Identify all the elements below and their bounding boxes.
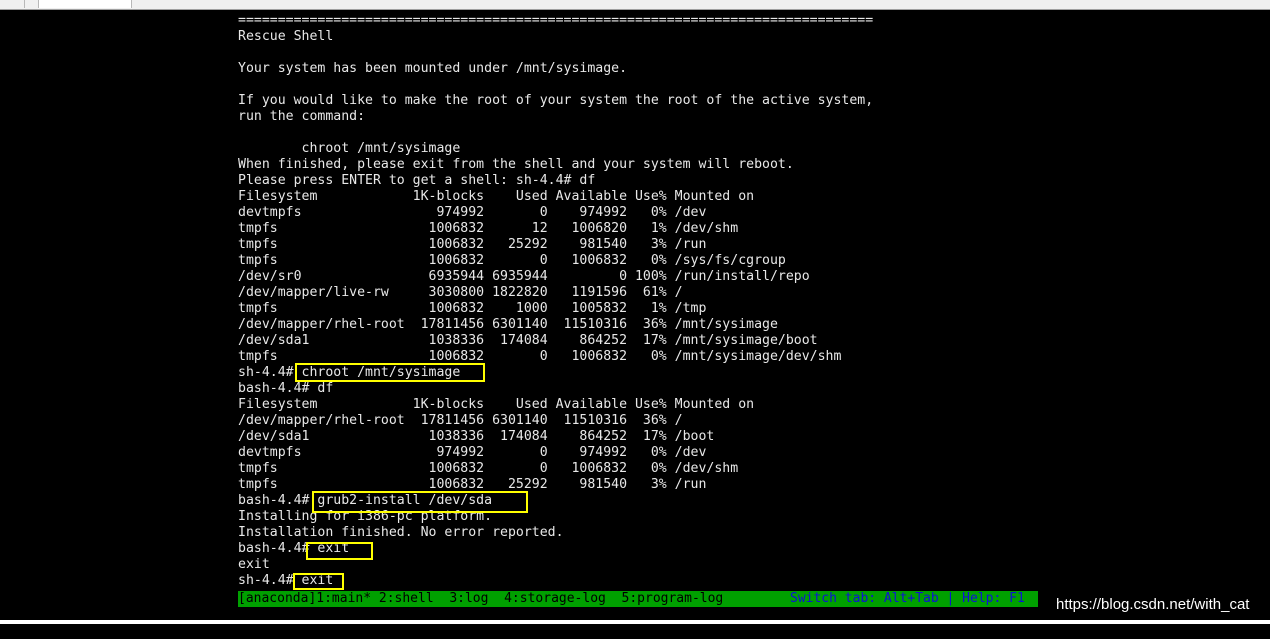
- terminal-line: /dev/sda1 1038336 174084 864252 17% /boo…: [238, 429, 715, 444]
- bottom-strip: [0, 620, 1270, 624]
- terminal-line: tmpfs 1006832 0 1006832 0% /sys/fs/cgrou…: [238, 253, 786, 268]
- highlight-exit-command-2: [293, 573, 344, 590]
- window-tab[interactable]: [38, 0, 132, 8]
- terminal-line: /dev/mapper/live-rw 3030800 1822820 1191…: [238, 285, 683, 300]
- status-help: Switch tab: Alt+Tab | Help: F1: [790, 591, 1025, 606]
- terminal-line: chroot /mnt/sysimage: [238, 141, 461, 156]
- terminal-line: tmpfs 1006832 0 1006832 0% /dev/shm: [238, 461, 739, 476]
- terminal-line: tmpfs 1006832 25292 981540 3% /run: [238, 237, 707, 252]
- terminal-line: devtmpfs 974992 0 974992 0% /dev: [238, 205, 707, 220]
- terminal-line: /dev/sda1 1038336 174084 864252 17% /mnt…: [238, 333, 818, 348]
- terminal-line: run the command:: [238, 109, 366, 124]
- terminal-line: Rescue Shell: [238, 29, 334, 44]
- terminal-line: Filesystem 1K-blocks Used Available Use%…: [238, 397, 755, 412]
- terminal-line: Please press ENTER to get a shell: sh-4.…: [238, 173, 596, 188]
- terminal-screen[interactable]: ========================================…: [238, 13, 1058, 593]
- top-bar-separator: [24, 0, 25, 8]
- terminal-line: tmpfs 1006832 1000 1005832 1% /tmp: [238, 301, 707, 316]
- terminal-line: Your system has been mounted under /mnt/…: [238, 61, 628, 76]
- terminal-line: ========================================…: [238, 13, 874, 28]
- terminal-line: When finished, please exit from the shel…: [238, 157, 794, 172]
- terminal-line: Filesystem 1K-blocks Used Available Use%…: [238, 189, 755, 204]
- terminal-line: /dev/sr0 6935944 6935944 0 100% /run/ins…: [238, 269, 810, 284]
- terminal-line: If you would like to make the root of yo…: [238, 93, 874, 108]
- terminal-line: exit: [238, 557, 270, 572]
- watermark-url: https://blog.csdn.net/with_cat: [1056, 596, 1250, 613]
- tmux-status-bar: [anaconda]1:main* 2:shell 3:log 4:storag…: [238, 591, 1038, 607]
- terminal-line: tmpfs 1006832 12 1006820 1% /dev/shm: [238, 221, 739, 236]
- terminal-line: bash-4.4# df: [238, 381, 334, 396]
- terminal-line: devtmpfs 974992 0 974992 0% /dev: [238, 445, 707, 460]
- terminal-line: /dev/mapper/rhel-root 17811456 6301140 1…: [238, 413, 683, 428]
- highlight-exit-command: [306, 542, 373, 560]
- highlight-chroot-command: [295, 363, 485, 382]
- status-tabs[interactable]: [anaconda]1:main* 2:shell 3:log 4:storag…: [238, 591, 723, 607]
- terminal-line: Installation finished. No error reported…: [238, 525, 564, 540]
- highlight-grub2-install-command: [312, 491, 528, 513]
- window-top-bar: [0, 0, 1270, 10]
- terminal-line: /dev/mapper/rhel-root 17811456 6301140 1…: [238, 317, 778, 332]
